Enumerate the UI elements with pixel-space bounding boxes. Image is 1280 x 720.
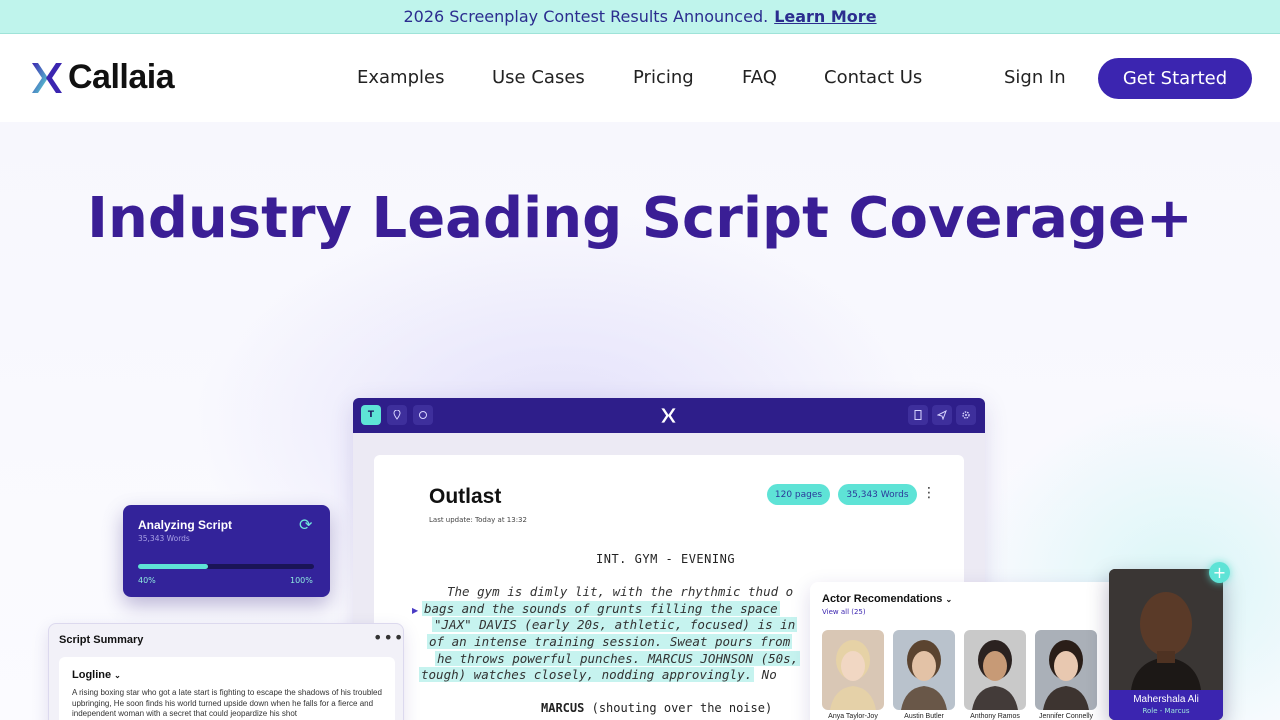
actor-card[interactable]: [822, 630, 884, 710]
get-started-button[interactable]: Get Started: [1098, 58, 1252, 99]
actor-photo: [893, 630, 955, 710]
summary-more-icon[interactable]: •••: [373, 628, 404, 647]
featured-actor-card[interactable]: Mahershala Ali Role - Marcus: [1109, 569, 1223, 720]
actors-title[interactable]: Actor Recomendations ⌄: [822, 593, 952, 605]
scene-heading: INT. GYM - EVENING: [596, 552, 736, 566]
progress-label: 40%: [138, 576, 156, 585]
script-line: of an intense training session. Sweat po…: [427, 634, 793, 649]
refresh-icon[interactable]: ⟳: [299, 515, 312, 534]
selection-marker-icon: ▶: [412, 606, 419, 615]
more-options-icon[interactable]: ⋮: [922, 486, 936, 500]
chevron-down-icon: ⌄: [114, 671, 121, 680]
nav-faq[interactable]: FAQ: [742, 67, 777, 88]
script-line: bags and the sounds of grunts filling th…: [422, 601, 780, 616]
script-line: "JAX" DAVIS (early 20s, athletic, focuse…: [432, 617, 798, 632]
actor-card[interactable]: [964, 630, 1026, 710]
pin-icon[interactable]: [387, 405, 407, 425]
brand-name: Callaia: [68, 58, 175, 96]
summary-title: Script Summary: [59, 634, 144, 646]
analyzing-title: Analyzing Script: [138, 518, 233, 532]
actor-card[interactable]: [1035, 630, 1097, 710]
progress-bar: [138, 564, 314, 569]
actor-name: Austin Butler: [904, 713, 944, 720]
actor-card[interactable]: [893, 630, 955, 710]
featured-actor-caption: Mahershala Ali Role - Marcus: [1109, 690, 1223, 720]
featured-actor-photo: [1109, 569, 1223, 690]
callaia-logo-icon: [32, 62, 62, 93]
script-line: tough) watches closely, nodding approvin…: [419, 667, 777, 682]
app-toolbar: T: [353, 398, 985, 433]
analyzing-card: Analyzing Script 35,343 Words ⟳ 40% 100%: [123, 505, 330, 597]
app-logo-icon: [661, 408, 676, 423]
actor-photo: [822, 630, 884, 710]
view-all-link[interactable]: View all (25): [822, 608, 866, 616]
progress-max-label: 100%: [290, 576, 313, 585]
script-line: The gym is dimly lit, with the rhythmic …: [447, 584, 794, 599]
banner-text: 2026 Screenplay Contest Results Announce…: [403, 7, 769, 26]
actor-name: Anya Taylor-Joy: [828, 713, 878, 720]
add-actor-icon[interactable]: +: [1209, 562, 1230, 583]
announcement-banner: 2026 Screenplay Contest Results Announce…: [0, 0, 1280, 34]
learn-more-link[interactable]: Learn More: [774, 7, 876, 26]
logo[interactable]: Callaia: [28, 58, 175, 97]
actor-name: Anthony Ramos: [970, 713, 1020, 720]
actor-name: Jennifer Connelly: [1038, 713, 1094, 720]
nav-pricing[interactable]: Pricing: [633, 67, 694, 88]
hero-title: Industry Leading Script Coverage+: [87, 186, 1193, 251]
chevron-down-icon: ⌄: [945, 595, 953, 604]
character-cue: MARCUS (shouting over the noise): [541, 701, 773, 715]
actor-recommendations-panel: Actor Recomendations ⌄ View all (25) Any…: [810, 582, 1120, 720]
logline-dropdown[interactable]: Logline ⌄: [72, 669, 121, 681]
logline-card: Logline ⌄ A rising boxing star who got a…: [59, 657, 395, 720]
send-icon[interactable]: [932, 405, 952, 425]
words-badge: 35,343 Words: [838, 484, 917, 505]
document-icon[interactable]: [908, 405, 928, 425]
script-title: Outlast: [429, 485, 502, 508]
pages-badge: 120 pages: [767, 484, 830, 505]
nav-contact-us[interactable]: Contact Us: [824, 67, 922, 88]
featured-actor-name: Mahershala Ali: [1133, 694, 1199, 705]
logline-text: A rising boxing star who got a late star…: [72, 688, 382, 718]
actor-photo: [964, 630, 1026, 710]
nav-examples[interactable]: Examples: [357, 67, 444, 88]
featured-actor-role: Role - Marcus: [1142, 707, 1190, 715]
last-update: Last update: Today at 13:32: [429, 516, 527, 524]
settings-icon[interactable]: [956, 405, 976, 425]
top-navigation: Callaia Examples Use Cases Pricing FAQ C…: [0, 34, 1280, 122]
nav-use-cases[interactable]: Use Cases: [492, 67, 585, 88]
comment-icon[interactable]: [413, 405, 433, 425]
sign-in-link[interactable]: Sign In: [1004, 67, 1066, 88]
analyzing-word-count: 35,343 Words: [138, 534, 190, 543]
script-summary-panel: Script Summary ••• Logline ⌄ A rising bo…: [48, 623, 404, 720]
progress-fill: [138, 564, 209, 569]
script-line: he throws powerful punches. MARCUS JOHNS…: [435, 651, 801, 666]
text-tool-icon[interactable]: T: [361, 405, 381, 425]
actor-photo: [1035, 630, 1097, 710]
